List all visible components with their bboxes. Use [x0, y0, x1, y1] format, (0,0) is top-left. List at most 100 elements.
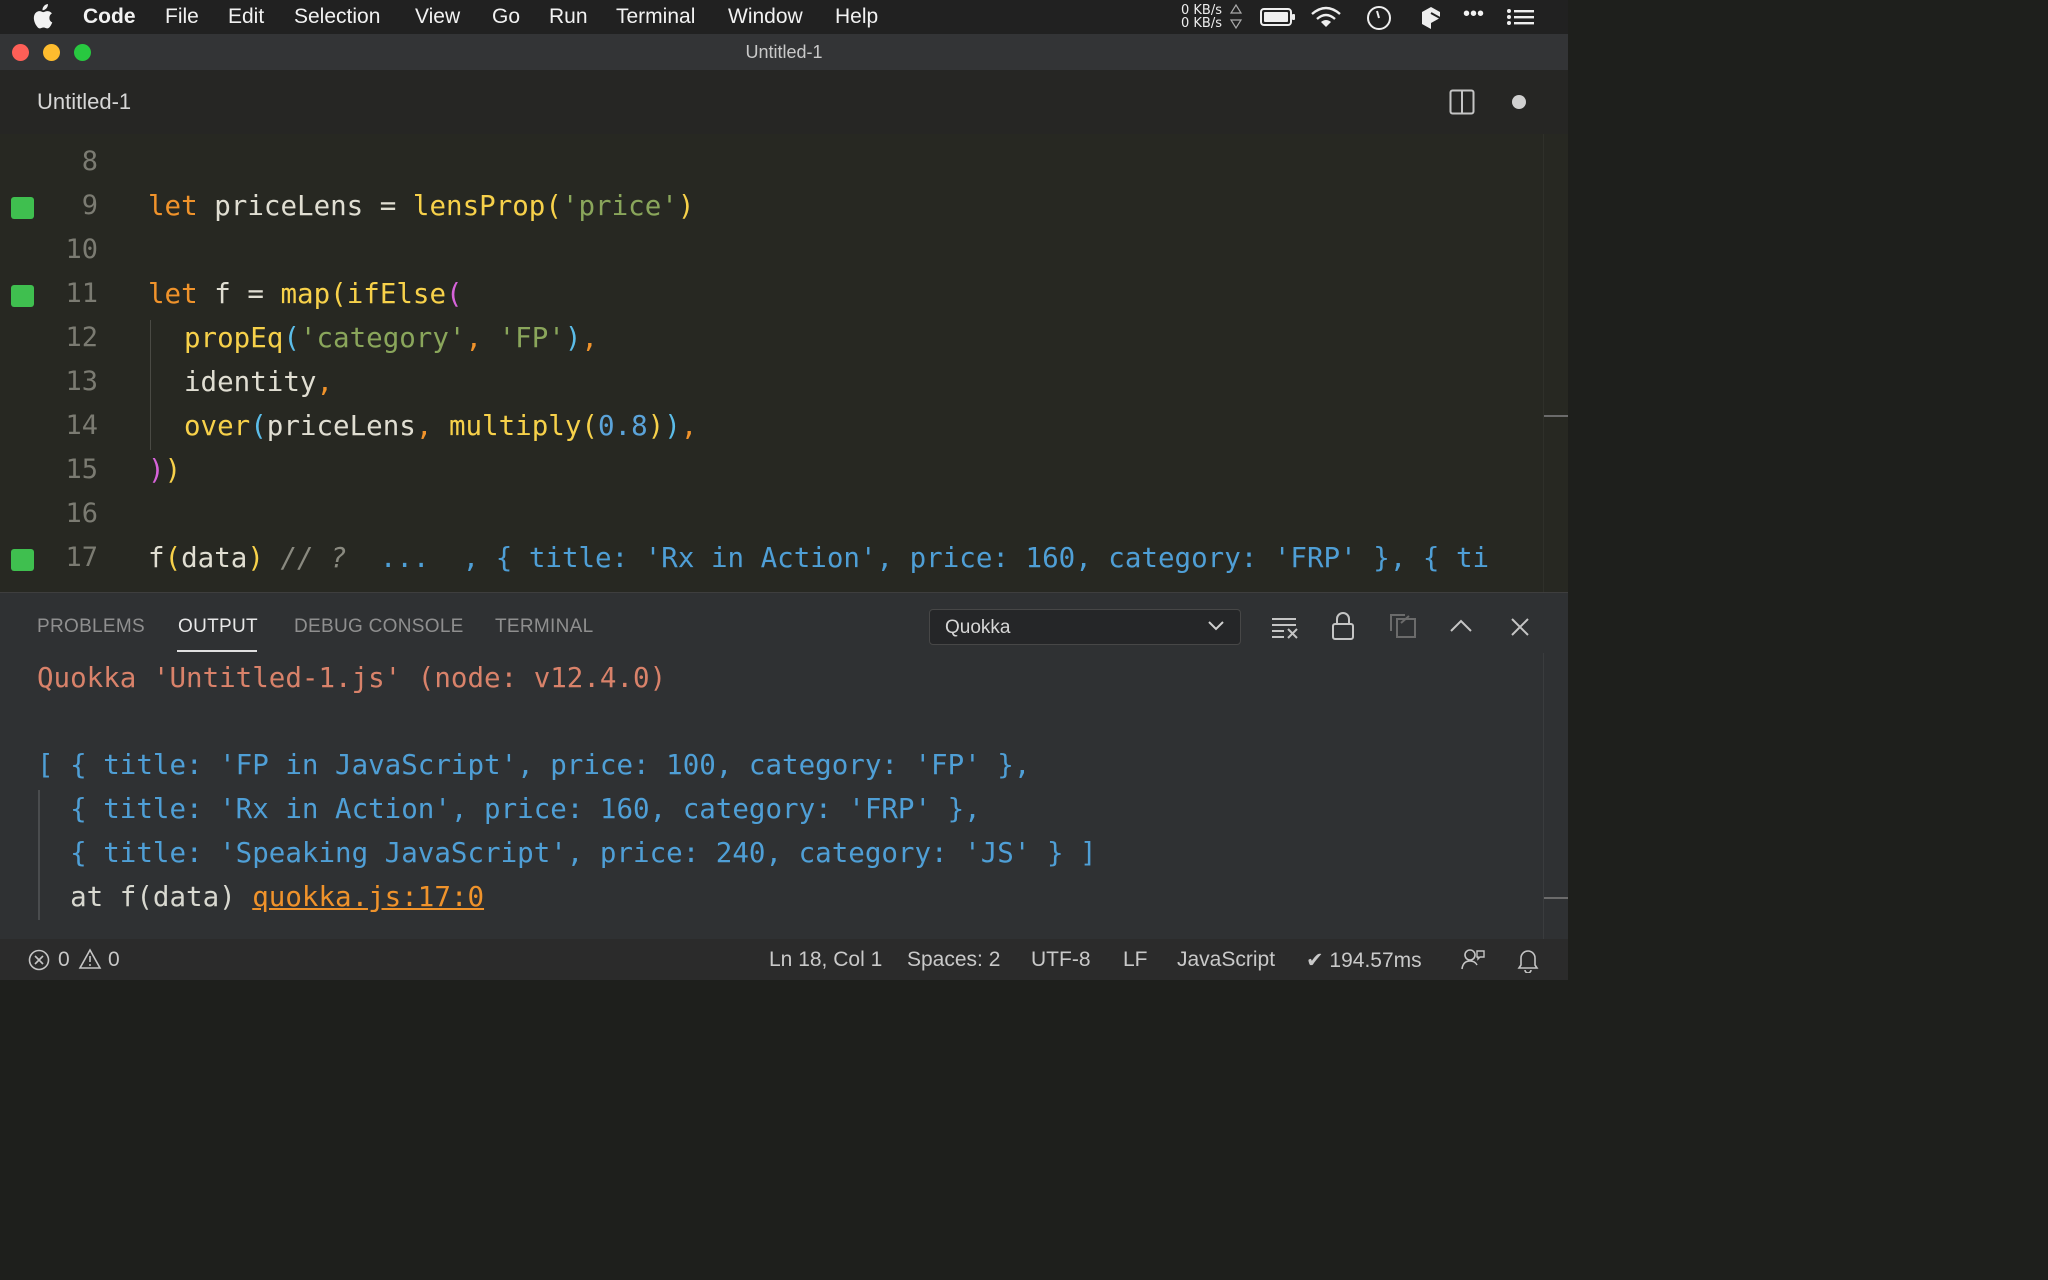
code-editor[interactable]: 8 9 10 11 12 13 14 15 16 17 let priceLen…	[0, 134, 1568, 592]
menu-app-name[interactable]: Code	[83, 5, 136, 29]
keyword-token: let	[148, 190, 198, 222]
menu-window[interactable]: Window	[728, 5, 803, 29]
output-channel-select[interactable]: Quokka	[929, 609, 1241, 645]
paren-token: (	[330, 278, 347, 310]
output-line: { title: 'Rx in Action', price: 160, cat…	[37, 793, 981, 825]
menu-file[interactable]: File	[165, 5, 199, 29]
function-token: propEq	[184, 322, 284, 354]
overview-ruler-mark	[1544, 415, 1568, 417]
code-line-9[interactable]: let priceLens = lensProp('price')	[148, 184, 694, 228]
clock-icon[interactable]	[1366, 5, 1392, 31]
tab-terminal[interactable]: TERMINAL	[495, 616, 593, 638]
editor-tab-bar: Untitled-1	[0, 70, 1568, 134]
output-header: Quokka 'Untitled-1.js' (node: v12.4.0)	[37, 662, 667, 694]
end-of-line[interactable]: LF	[1123, 948, 1148, 972]
menu-selection[interactable]: Selection	[294, 5, 380, 29]
output-channel-value: Quokka	[945, 617, 1011, 638]
paren-token: )	[164, 454, 182, 486]
window-titlebar: Untitled-1	[0, 34, 1568, 71]
code-line-17[interactable]: f(data) // ? ... , { title: 'Rx in Actio…	[148, 536, 1489, 580]
feedback-icon[interactable]	[1460, 947, 1486, 973]
code-token: priceLens =	[197, 190, 413, 222]
comma-token: ,	[581, 322, 598, 354]
cursor-position[interactable]: Ln 18, Col 1	[769, 948, 882, 972]
tab-debug-console[interactable]: DEBUG CONSOLE	[294, 616, 464, 638]
code-line-11[interactable]: let f = map(ifElse(	[148, 272, 463, 316]
coverage-marker[interactable]	[11, 285, 34, 307]
dropbox-icon[interactable]	[1420, 4, 1442, 30]
control-center-icon[interactable]	[1506, 8, 1534, 26]
paren-token: )	[564, 322, 582, 354]
indentation-setting[interactable]: Spaces: 2	[907, 948, 1000, 972]
clear-output-icon[interactable]	[1270, 615, 1300, 639]
warning-count[interactable]: 0	[108, 948, 120, 972]
menu-run[interactable]: Run	[549, 5, 588, 29]
coverage-marker[interactable]	[11, 549, 34, 571]
chevron-down-icon	[1208, 621, 1224, 631]
line-number: 8	[81, 146, 98, 177]
inline-value: ... , { title: 'Rx in Action', price: 16…	[363, 542, 1490, 574]
status-bar: 0 0 Ln 18, Col 1 Spaces: 2 UTF-8 LF Java…	[0, 939, 1568, 980]
output-line: { title: 'Speaking JavaScript', price: 2…	[37, 837, 1097, 869]
tab-untitled-1[interactable]: Untitled-1	[37, 89, 131, 115]
lock-icon[interactable]	[1331, 611, 1355, 641]
output-trace-line: at f(data) quokka.js:17:0	[37, 875, 484, 919]
code-line-15[interactable]: ))	[148, 448, 181, 492]
comma-token: ,	[415, 410, 449, 442]
maximize-panel-icon[interactable]	[1449, 617, 1473, 633]
function-token: lensProp	[412, 190, 546, 222]
file-encoding[interactable]: UTF-8	[1031, 948, 1091, 972]
code-token: f =	[197, 278, 281, 310]
output-trace-text: at f(data)	[37, 881, 253, 913]
more-menu-icon[interactable]: •••	[1463, 3, 1484, 26]
number-token: 0.8	[597, 410, 648, 442]
open-in-editor-icon[interactable]	[1389, 613, 1417, 639]
string-token: 'FP'	[498, 322, 565, 354]
quokka-status[interactable]: ✔ 194.57ms	[1306, 948, 1422, 973]
coverage-marker[interactable]	[11, 197, 34, 219]
paren-token: )	[677, 190, 695, 222]
function-token: multiply	[448, 410, 582, 442]
close-panel-icon[interactable]	[1510, 617, 1530, 637]
battery-icon[interactable]	[1260, 8, 1296, 26]
unsaved-dot-icon[interactable]	[1511, 94, 1527, 110]
code-line-13[interactable]: identity,	[184, 360, 333, 404]
comment-token: // ?	[263, 542, 364, 574]
comma-token: ,	[680, 410, 698, 442]
tab-output[interactable]: OUTPUT	[178, 616, 258, 638]
keyword-token: let	[148, 278, 198, 310]
editor-scrollbar[interactable]	[1543, 134, 1568, 592]
macos-menubar: Code File Edit Selection View Go Run Ter…	[0, 0, 1568, 34]
menu-go[interactable]: Go	[492, 5, 520, 29]
notifications-bell-icon[interactable]	[1517, 947, 1539, 973]
output-indent-guide	[38, 790, 40, 920]
paren-token: )	[664, 410, 681, 442]
code-line-14[interactable]: over(priceLens, multiply(0.8)),	[184, 404, 697, 448]
error-icon[interactable]	[28, 949, 50, 971]
code-line-12[interactable]: propEq('category', 'FP'),	[184, 316, 598, 360]
comma-token: ,	[465, 322, 499, 354]
apple-icon[interactable]	[31, 4, 53, 30]
split-editor-icon[interactable]	[1449, 89, 1475, 115]
paren-token: (	[164, 542, 182, 574]
warning-icon[interactable]	[78, 948, 102, 970]
network-arrows-icon	[1230, 4, 1242, 30]
function-token: ifElse	[346, 278, 447, 310]
function-token: over	[184, 410, 251, 442]
paren-token: (	[446, 278, 463, 310]
comma-token: ,	[316, 366, 334, 398]
code-token: priceLens	[266, 410, 416, 442]
menu-view[interactable]: View	[415, 5, 460, 29]
code-token: data	[181, 542, 248, 574]
wifi-icon[interactable]	[1310, 6, 1342, 28]
language-mode[interactable]: JavaScript	[1177, 948, 1275, 972]
menu-terminal[interactable]: Terminal	[616, 5, 695, 29]
window-title: Untitled-1	[745, 42, 823, 62]
source-location-link[interactable]: quokka.js:17:0	[252, 881, 484, 913]
tab-problems[interactable]: PROBLEMS	[37, 616, 145, 638]
code-token: identity	[184, 366, 317, 398]
menu-help[interactable]: Help	[835, 5, 878, 29]
error-count[interactable]: 0	[58, 948, 70, 972]
string-token: 'category'	[299, 322, 466, 354]
menu-edit[interactable]: Edit	[228, 5, 264, 29]
